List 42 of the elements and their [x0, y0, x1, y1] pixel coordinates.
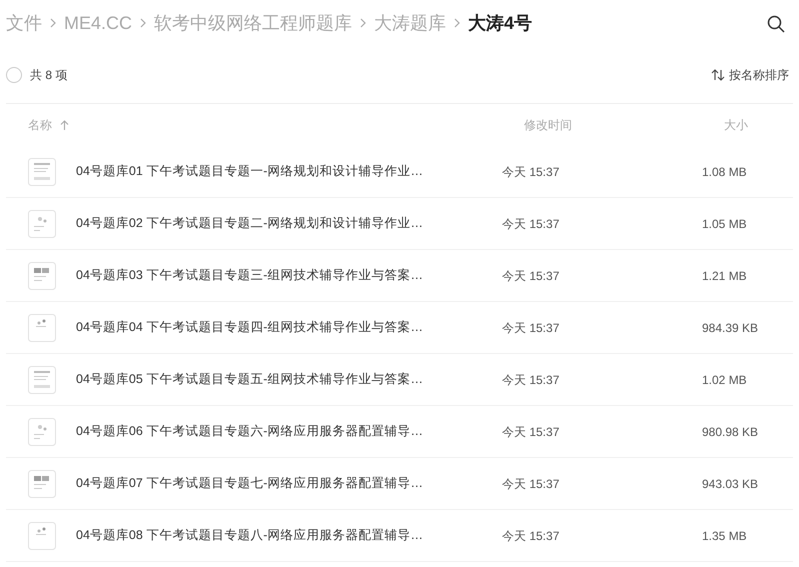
chevron-icon [360, 18, 366, 28]
file-name[interactable]: 04号题库04 下午考试题目专题四-组网技术辅导作业与答案… [76, 318, 423, 337]
file-size: 1.08 MB [702, 164, 748, 180]
file-size: 984.39 KB [702, 320, 760, 336]
document-thumbnail[interactable] [28, 262, 56, 290]
file-size: 980.98 KB [702, 424, 760, 440]
chevron-icon [454, 18, 460, 28]
modified-time: 今天 15:37 [502, 476, 560, 492]
modified-time: 今天 15:37 [502, 216, 560, 232]
file-size: 1.02 MB [702, 372, 748, 388]
sort-button[interactable]: 按名称排序 [711, 66, 789, 84]
file-name[interactable]: 04号题库05 下午考试题目专题五-组网技术辅导作业与答案… [76, 370, 423, 389]
document-thumbnail[interactable] [28, 418, 56, 446]
document-thumbnail[interactable] [28, 470, 56, 498]
file-name[interactable]: 04号题库06 下午考试题目专题六-网络应用服务器配置辅导… [76, 422, 423, 441]
document-thumbnail[interactable] [28, 522, 56, 550]
modified-time: 今天 15:37 [502, 268, 560, 284]
file-name[interactable]: 04号题库08 下午考试题目专题八-网络应用服务器配置辅导… [76, 526, 423, 545]
modified-time: 今天 15:37 [502, 372, 560, 388]
chevron-icon [140, 18, 146, 28]
document-thumbnail[interactable] [28, 366, 56, 394]
file-name[interactable]: 04号题库01 下午考试题目专题一-网络规划和设计辅导作业… [76, 162, 423, 181]
modified-time: 今天 15:37 [502, 320, 560, 336]
modified-time: 今天 15:37 [502, 424, 560, 440]
chevron-icon [50, 18, 56, 28]
modified-time: 今天 15:37 [502, 164, 560, 180]
file-size: 943.03 KB [702, 476, 760, 492]
modified-time: 今天 15:37 [502, 528, 560, 544]
file-size: 1.21 MB [702, 268, 748, 284]
current-folder: 大涛4号 [468, 12, 532, 34]
document-thumbnail[interactable] [28, 210, 56, 238]
sort-arrow-icon [60, 120, 69, 130]
file-size: 1.35 MB [702, 528, 748, 544]
file-name[interactable]: 04号题库03 下午考试题目专题三-组网技术辅导作业与答案… [76, 266, 423, 285]
file-name[interactable]: 04号题库02 下午考试题目专题二-网络规划和设计辅导作业… [76, 214, 423, 233]
document-thumbnail[interactable] [28, 158, 56, 186]
file-size: 1.05 MB [702, 216, 748, 232]
item-count: 共 8 项 [30, 66, 68, 84]
select-all-checkbox[interactable] [6, 66, 22, 82]
document-thumbnail[interactable] [28, 314, 56, 342]
sort-icon [711, 68, 725, 80]
file-name[interactable]: 04号题库07 下午考试题目专题七-网络应用服务器配置辅导… [76, 474, 423, 493]
